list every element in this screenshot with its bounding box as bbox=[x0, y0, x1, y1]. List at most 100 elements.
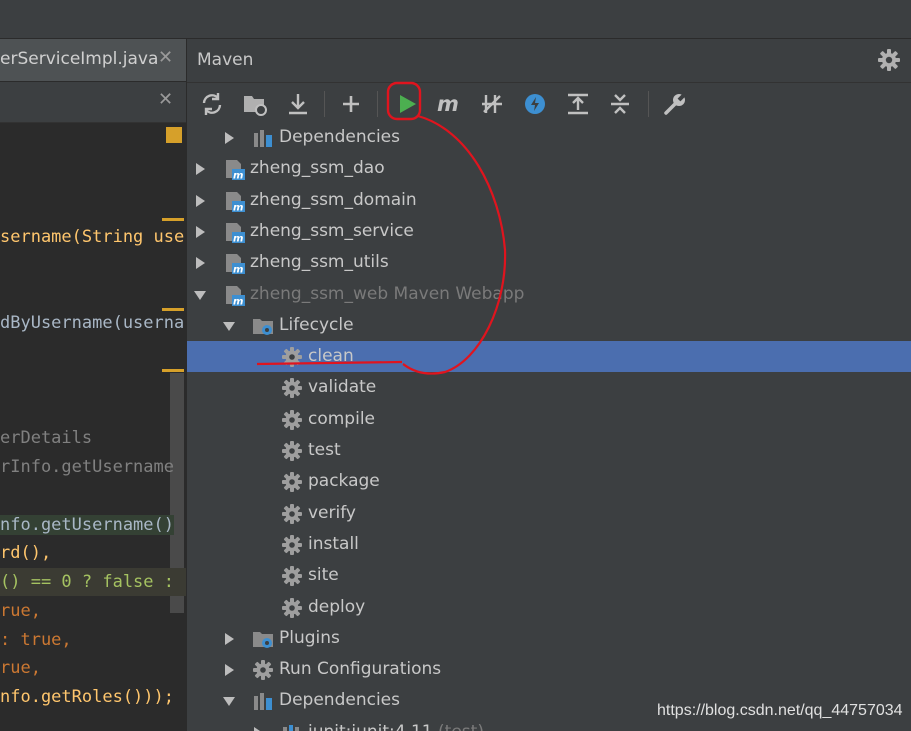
fold-marker bbox=[162, 218, 184, 221]
code-line: rd(), bbox=[0, 543, 52, 563]
chevron-right-icon[interactable] bbox=[251, 725, 265, 731]
svg-text:m: m bbox=[233, 296, 243, 306]
reload-icon[interactable] bbox=[198, 90, 226, 118]
tree-row-text: junit:junit:4.11 (test) bbox=[308, 722, 484, 731]
show-dependencies-icon[interactable] bbox=[564, 90, 592, 118]
code-line: : true, bbox=[0, 630, 72, 650]
chevron-down-icon[interactable] bbox=[193, 287, 207, 301]
close-icon[interactable]: ✕ bbox=[158, 89, 173, 110]
maven-module-icon: m bbox=[223, 158, 245, 182]
chevron-down-icon[interactable] bbox=[222, 693, 236, 707]
gear-icon bbox=[281, 409, 303, 431]
chevron-right-icon[interactable] bbox=[222, 662, 236, 677]
svg-text:m: m bbox=[233, 171, 243, 181]
tree-row-label: Run Configurations bbox=[279, 659, 442, 680]
tree-row-label: validate bbox=[308, 377, 377, 398]
code-line: rInfo.getUsername bbox=[0, 457, 174, 477]
maven-module-icon: m bbox=[223, 252, 245, 276]
fold-marker bbox=[162, 308, 184, 311]
dependencies-icon bbox=[252, 127, 274, 149]
maven-goal-icon[interactable]: m bbox=[435, 90, 463, 118]
gear-icon bbox=[281, 377, 303, 399]
chevron-right-icon[interactable] bbox=[222, 130, 236, 144]
tree-row[interactable]: m zheng_ssm_domain bbox=[187, 185, 911, 216]
gear-icon[interactable] bbox=[877, 48, 901, 72]
tree-row-label: zheng_ssm_web Maven Webapp bbox=[250, 283, 525, 304]
tree-row[interactable]: install bbox=[187, 529, 911, 560]
tree-row[interactable]: m zheng_ssm_utils bbox=[187, 247, 911, 278]
code-line: dByUsername(userna bbox=[0, 313, 185, 333]
code-line: nfo.getRoles())); bbox=[0, 687, 174, 707]
tree-row[interactable]: test bbox=[187, 435, 911, 466]
tree-row-label: zheng_ssm_dao bbox=[250, 158, 385, 179]
chevron-down-icon[interactable] bbox=[222, 318, 236, 332]
watermark: https://blog.csdn.net/qq_44757034 bbox=[657, 702, 903, 719]
code-line: rue, bbox=[0, 658, 41, 678]
code-line: () == 0 ? false : bbox=[0, 572, 174, 592]
panel-title: Maven bbox=[197, 50, 254, 70]
plus-icon[interactable] bbox=[337, 90, 365, 118]
tree-row-label: zheng_ssm_domain bbox=[250, 189, 417, 210]
toggle-offline-icon[interactable] bbox=[478, 90, 506, 118]
tree-row-label: test bbox=[308, 440, 341, 460]
tree-row[interactable]: Plugins bbox=[187, 623, 911, 654]
tree-row[interactable]: m zheng_ssm_dao bbox=[187, 153, 911, 184]
tree-row[interactable]: compile bbox=[187, 404, 911, 435]
add-folder-icon[interactable] bbox=[241, 90, 269, 118]
tree-row[interactable]: verify bbox=[187, 498, 911, 529]
maven-module-icon: m bbox=[223, 284, 245, 307]
gear-icon bbox=[252, 659, 274, 681]
tree-row[interactable]: Lifecycle bbox=[187, 310, 911, 341]
window-top-strip bbox=[0, 0, 911, 39]
close-icon[interactable]: ✕ bbox=[158, 47, 173, 68]
svg-text:m: m bbox=[233, 233, 243, 243]
tree-row-label: package bbox=[308, 471, 380, 492]
skip-tests-icon[interactable] bbox=[521, 90, 549, 118]
gear-icon bbox=[281, 440, 303, 462]
gear-icon bbox=[281, 503, 303, 525]
collapse-all-icon[interactable] bbox=[606, 90, 634, 118]
chevron-right-icon[interactable] bbox=[222, 631, 236, 645]
code-editor[interactable]: sername(String use dByUsername(userna er… bbox=[0, 123, 186, 731]
gear-icon bbox=[281, 471, 303, 493]
tree-row[interactable]: site bbox=[187, 560, 911, 591]
tree-row-label: Dependencies bbox=[279, 690, 400, 711]
maven-panel: Maven m Dependencies m zheng_ssm_dao m z… bbox=[186, 39, 911, 731]
tree-row[interactable]: m zheng_ssm_web Maven Webapp bbox=[187, 279, 911, 310]
tree-row-label: zheng_ssm_utils bbox=[250, 252, 389, 273]
editor-find-bar: ✕ bbox=[0, 82, 186, 123]
tree-row-label: clean bbox=[308, 346, 354, 367]
run-icon[interactable] bbox=[393, 90, 421, 118]
maven-toolbar: m bbox=[187, 82, 911, 125]
lifecycle-folder-icon bbox=[252, 315, 274, 337]
gear-icon bbox=[281, 597, 303, 619]
download-icon[interactable] bbox=[284, 90, 312, 118]
gear-icon bbox=[281, 346, 303, 368]
tree-row[interactable]: package bbox=[187, 466, 911, 497]
tree-row-label: install bbox=[308, 533, 359, 554]
tree-row-label: deploy bbox=[308, 596, 366, 617]
tree-row-label: compile bbox=[308, 408, 376, 429]
code-line: erDetails bbox=[0, 428, 93, 448]
tree-row-label: Lifecycle bbox=[279, 314, 354, 335]
chevron-right-icon[interactable] bbox=[193, 255, 207, 270]
gear-icon bbox=[281, 565, 303, 587]
chevron-right-icon[interactable] bbox=[193, 193, 207, 207]
chevron-right-icon[interactable] bbox=[193, 161, 207, 176]
tree-row[interactable]: Dependencies bbox=[187, 124, 911, 153]
tree-row[interactable]: deploy bbox=[187, 592, 911, 623]
settings-wrench-icon[interactable] bbox=[661, 90, 689, 118]
fold-marker bbox=[162, 369, 184, 372]
editor-tab[interactable]: erServiceImpl.java ✕ bbox=[0, 39, 186, 82]
chevron-right-icon[interactable] bbox=[193, 224, 207, 238]
warning-marker bbox=[166, 127, 182, 143]
code-line: rue, bbox=[0, 601, 41, 621]
tree-row[interactable]: Run Configurations bbox=[187, 654, 911, 685]
code-line: sername(String use bbox=[0, 227, 185, 247]
svg-text:m: m bbox=[437, 92, 459, 116]
dependencies-icon bbox=[252, 690, 274, 712]
tree-row[interactable]: clean bbox=[187, 341, 911, 373]
maven-projects-tree: Dependencies m zheng_ssm_dao m zheng_ssm_dom… bbox=[187, 124, 911, 731]
tree-row[interactable]: validate bbox=[187, 372, 911, 403]
tree-row[interactable]: m zheng_ssm_service bbox=[187, 216, 911, 247]
